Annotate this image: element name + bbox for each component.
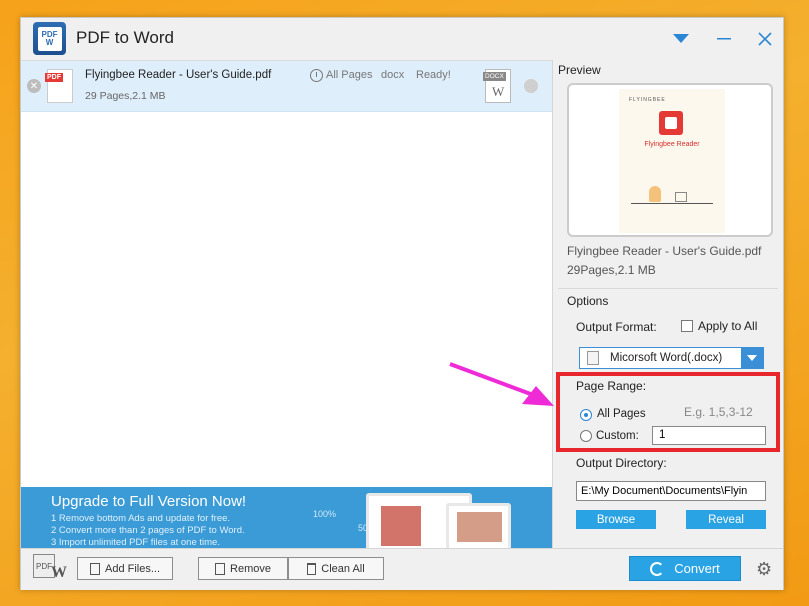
all-pages-label[interactable]: All Pages [597,408,646,420]
preview-thumbnail: FLYINGBEE Flyingbee Reader [567,83,773,237]
preview-rule [631,203,713,204]
dropdown-arrow-button[interactable] [741,348,763,368]
close-button[interactable] [750,26,780,52]
app-logo-icon: PDF W [33,22,66,55]
tablet-image [446,503,511,549]
add-files-button[interactable]: Add Files... [77,557,173,580]
pdf-to-word-logo-icon: PDF W [33,552,67,584]
preview-page: FLYINGBEE Flyingbee Reader [619,89,725,233]
add-file-icon [89,562,100,575]
output-directory-field[interactable]: E:\My Document\Documents\Flyin [576,481,766,501]
apply-to-all-label[interactable]: Apply to All [698,319,757,333]
output-format-select[interactable]: Micorsoft Word(.docx) [579,347,764,369]
output-format-value: Micorsoft Word(.docx) [610,352,723,364]
preview-file-meta: 29Pages,2.1 MB [567,263,656,277]
divider [558,288,778,289]
ad-line: 1 Remove bottom Ads and update for free. [51,513,231,524]
triangle-down-icon [673,34,689,43]
preview-file-name: Flyingbee Reader - User's Guide.pdf [567,244,762,258]
window-title: PDF to Word [76,28,174,47]
minimize-icon [717,38,731,40]
dropdown-menu-button[interactable] [666,26,696,52]
box-figure-icon [675,192,687,202]
ad-percent: 100% [313,509,337,519]
word-doc-icon [587,351,599,365]
flyingbee-logo-icon [659,111,683,135]
page-range-example: E.g. 1,5,3-12 [684,405,753,419]
options-pane: Preview FLYINGBEE Flyingbee Reader Flyin… [552,60,783,548]
refresh-icon [650,561,665,576]
page-range-label: Page Range: [576,379,647,393]
annotation-arrow-icon [449,362,554,406]
app-window: PDF W PDF to Word ✕ PDF Flyingbee Reader … [20,17,784,590]
remove-file-icon [215,562,226,575]
file-pages[interactable]: All Pages [326,69,372,81]
all-pages-radio[interactable] [580,409,592,421]
bottom-toolbar: PDF W Add Files... Remove Clean All Conve… [21,548,783,590]
custom-pages-radio[interactable] [580,430,592,442]
custom-range-input[interactable]: 1 [652,426,766,445]
remove-button[interactable]: Remove [198,557,288,580]
ad-title: Upgrade to Full Version Now! [51,493,247,510]
title-bar: PDF W PDF to Word [21,18,783,60]
minimize-button[interactable] [709,26,739,52]
convert-button[interactable]: Convert [629,556,741,581]
reveal-button[interactable]: Reveal [686,510,766,529]
add-files-label: Add Files... [104,562,161,575]
ad-line: 2 Convert more than 2 pages of PDF to Wo… [51,525,245,536]
clean-all-label: Clean All [321,562,365,575]
file-status: Ready! [416,69,451,81]
apply-to-all-checkbox[interactable] [681,320,693,332]
open-output-icon[interactable] [524,79,538,93]
preview-doc-title: Flyingbee Reader [644,141,700,148]
file-meta: 29 Pages,2.1 MB [85,90,166,102]
browse-button[interactable]: Browse [576,510,656,529]
file-list-item[interactable]: ✕ PDF Flyingbee Reader - User's Guide.pd… [21,61,552,112]
options-heading: Options [567,294,609,308]
output-directory-label: Output Directory: [576,456,667,470]
preview-label: Preview [558,63,601,77]
file-list-pane: ✕ PDF Flyingbee Reader - User's Guide.pd… [21,60,552,549]
custom-pages-label[interactable]: Custom: [596,430,639,442]
convert-label: Convert [674,561,720,576]
close-icon [758,32,772,46]
file-format[interactable]: docx [381,69,404,81]
preview-brand: FLYINGBEE [629,97,666,103]
gear-icon[interactable]: ⚙ [756,560,774,578]
file-name: Flyingbee Reader - User's Guide.pdf [85,69,272,81]
bee-figure-icon [649,186,661,202]
upgrade-ad-banner[interactable]: Upgrade to Full Version Now! 1 Remove bo… [21,487,552,549]
chevron-down-icon [747,355,757,361]
clean-all-button[interactable]: Clean All [288,557,384,580]
pdf-file-icon: PDF [45,69,73,103]
docx-file-icon: DOCX W [483,69,511,103]
ad-line: 3 Import unlimited PDF files at one time… [51,537,220,548]
trash-icon [307,562,317,575]
remove-file-icon[interactable]: ✕ [27,79,41,93]
clock-icon [310,69,323,82]
output-format-label: Output Format: [576,320,657,334]
remove-label: Remove [230,562,271,575]
